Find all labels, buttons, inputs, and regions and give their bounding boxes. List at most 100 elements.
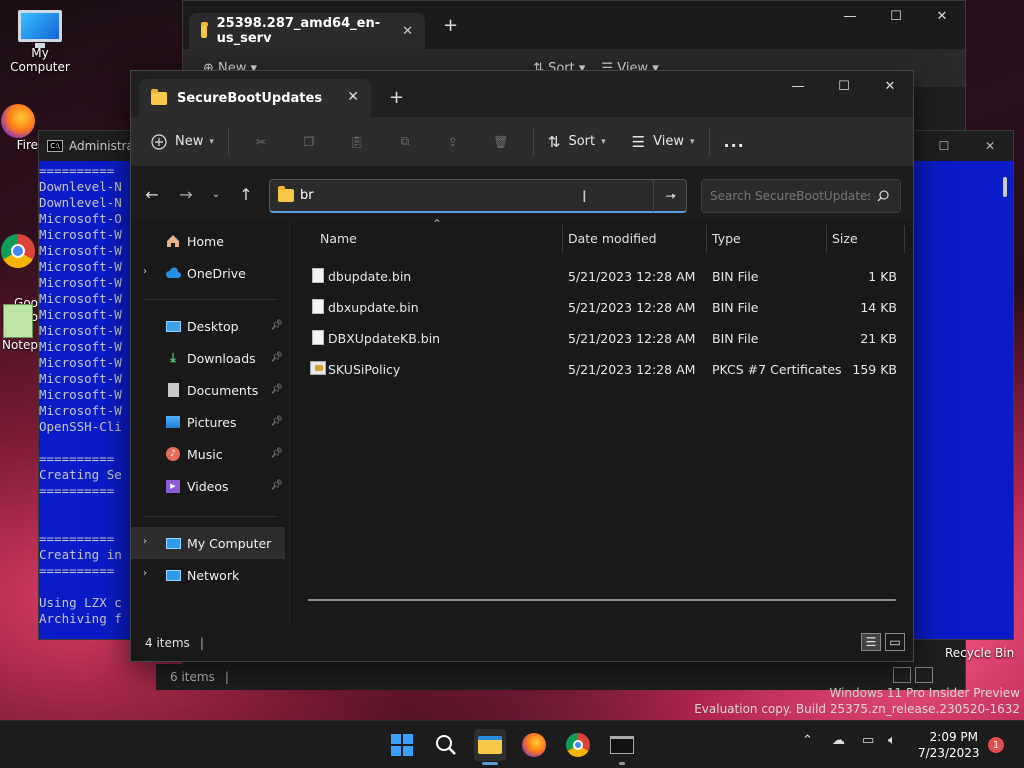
desktop-icon-firefox[interactable]: Fire (0, 104, 38, 152)
close-window-button[interactable]: ✕ (967, 131, 1013, 161)
pin-icon[interactable]: 📌︎ (270, 384, 283, 395)
background-status-bar: 6 items | (156, 664, 940, 690)
pin-icon[interactable]: 📌︎ (270, 352, 283, 363)
file-date: 5/21/2023 12:28 AM (568, 331, 696, 346)
tab-title: 25398.287_amd64_en-us_serv (216, 16, 381, 46)
close-window-button[interactable]: ✕ (867, 71, 913, 101)
chevron-down-icon: ▾ (601, 136, 606, 147)
desktop-folder-icon (165, 318, 181, 334)
chevron-right-icon[interactable]: › (143, 568, 147, 579)
view-button[interactable]: ☰ View ▾ (626, 125, 701, 159)
details-view-button[interactable]: ☰ (861, 633, 881, 651)
monitor-icon (18, 10, 62, 48)
pin-icon[interactable]: 📌︎ (270, 320, 283, 331)
forward-button[interactable]: → (171, 179, 201, 209)
new-tab-button[interactable]: + (389, 87, 404, 108)
share-button[interactable]: ⇪ (429, 125, 477, 159)
search-input[interactable] (710, 189, 870, 203)
nav-item-my-computer[interactable]: › My Computer (131, 527, 285, 559)
desktop-icon-notepad[interactable]: Notep (0, 304, 38, 352)
nav-item-music[interactable]: ♪ Music 📌︎ (131, 438, 289, 470)
column-date-modified[interactable]: Date modified (568, 231, 657, 246)
maximize-button[interactable]: ☐ (921, 131, 967, 161)
console-scrollbar[interactable] (1003, 177, 1007, 197)
more-options-button[interactable]: ... (718, 125, 751, 159)
nav-item-documents[interactable]: Documents 📌︎ (131, 374, 289, 406)
desktop-icon-my-computer[interactable]: My Computer (0, 10, 80, 74)
file-row[interactable]: dbxupdate.bin 5/21/2023 12:28 AM BIN File 1… (290, 292, 913, 323)
file-icon (312, 299, 324, 314)
tab-secureboot[interactable]: SecureBootUpdates ✕ (139, 79, 371, 117)
file-row[interactable]: dbupdate.bin 5/21/2023 12:28 AM BIN File 1 … (290, 261, 913, 292)
search-taskbar-button[interactable] (430, 729, 462, 761)
display-icon[interactable]: ▭ (862, 733, 874, 748)
taskbar: ⌃ ☁ ▭ 🔈︎ 2:09 PM 7/23/2023 1 (0, 720, 1024, 768)
home-icon (165, 233, 181, 249)
sort-ascending-icon: ⌃ (432, 217, 443, 231)
paste-button[interactable]: 📋︎ (333, 125, 381, 159)
go-button[interactable]: → (653, 180, 687, 212)
file-row[interactable]: DBXUpdateKB.bin 5/21/2023 12:28 AM BIN Fil… (290, 323, 913, 354)
explorer-window[interactable]: SecureBootUpdates ✕ + — ☐ ✕ New ▾ ✂ ❐ 📋︎… (130, 70, 914, 662)
recent-locations-button[interactable]: ⌄ (201, 179, 231, 209)
search-icon (436, 735, 456, 755)
pin-icon[interactable]: 📌︎ (270, 480, 283, 491)
horizontal-scrollbar[interactable] (308, 599, 896, 601)
file-explorer-taskbar-button[interactable] (474, 729, 506, 765)
column-type[interactable]: Type (712, 231, 741, 246)
close-icon[interactable]: ✕ (402, 24, 413, 39)
search-box[interactable] (701, 179, 901, 213)
nav-item-network[interactable]: › Network (131, 559, 289, 591)
item-count: 6 items (170, 670, 215, 684)
network-status-icon[interactable]: ☁ (832, 733, 845, 748)
file-type: BIN File (712, 269, 759, 284)
close-window-button[interactable]: ✕ (919, 1, 965, 31)
new-button[interactable]: New ▾ (145, 125, 220, 159)
chrome-taskbar-button[interactable] (562, 729, 594, 761)
maximize-button[interactable]: ☐ (873, 1, 919, 31)
chevron-down-icon: ▾ (689, 136, 695, 147)
rename-button[interactable]: ⧉ (381, 125, 429, 159)
firefox-icon (522, 733, 546, 757)
copy-button[interactable]: ❐ (285, 125, 333, 159)
nav-item-onedrive[interactable]: › OneDrive (131, 257, 289, 289)
address-bar[interactable]: I ⌄ (269, 179, 687, 213)
minimize-button[interactable]: — (827, 1, 873, 31)
minimize-button[interactable]: — (775, 71, 821, 101)
file-row[interactable]: SKUSiPolicy 5/21/2023 12:28 AM PKCS #7 Cer… (290, 354, 913, 385)
background-tab[interactable]: 25398.287_amd64_en-us_serv ✕ (189, 13, 425, 49)
notification-badge[interactable]: 1 (988, 737, 1004, 753)
chevron-right-icon[interactable]: › (143, 536, 147, 547)
volume-icon[interactable]: 🔈︎ (888, 733, 896, 748)
back-button[interactable]: ← (137, 179, 167, 209)
new-tab-button[interactable]: + (443, 15, 458, 36)
nav-item-videos[interactable]: ▶ Videos 📌︎ (131, 470, 289, 502)
desktop-icon-recycle-bin[interactable]: Recycle Bin (945, 646, 1014, 660)
nav-item-home[interactable]: Home (131, 225, 289, 257)
firefox-taskbar-button[interactable] (518, 729, 550, 761)
address-input[interactable] (300, 188, 580, 203)
close-tab-icon[interactable]: ✕ (347, 89, 359, 105)
chevron-right-icon[interactable]: › (143, 266, 147, 277)
nav-item-pictures[interactable]: Pictures 📌︎ (131, 406, 289, 438)
notepad-icon (3, 304, 33, 338)
navigation-row: ← → ⌄ ↑ I ⌄ → (131, 167, 913, 221)
nav-item-desktop[interactable]: Desktop 📌︎ (131, 310, 289, 342)
column-name[interactable]: Name (320, 231, 357, 246)
cut-button[interactable]: ✂ (237, 125, 285, 159)
clock[interactable]: 2:09 PM 7/23/2023 (918, 729, 980, 761)
pin-icon[interactable]: 📌︎ (270, 416, 283, 427)
tiles-view-button[interactable]: ▭ (885, 633, 905, 651)
background-view-toggles[interactable] (893, 667, 933, 683)
column-size[interactable]: Size (832, 231, 858, 246)
pin-icon[interactable]: 📌︎ (270, 448, 283, 459)
delete-button[interactable]: 🗑︎ (477, 125, 525, 159)
maximize-button[interactable]: ☐ (821, 71, 867, 101)
show-hidden-icons-button[interactable]: ⌃ (802, 733, 813, 748)
up-button[interactable]: ↑ (231, 179, 261, 209)
terminal-taskbar-button[interactable] (606, 729, 638, 765)
sort-button[interactable]: ⇅ Sort ▾ (542, 125, 612, 159)
start-button[interactable] (386, 729, 418, 761)
nav-item-downloads[interactable]: ⤓ Downloads 📌︎ (131, 342, 289, 374)
file-size: 14 KB (860, 300, 897, 315)
